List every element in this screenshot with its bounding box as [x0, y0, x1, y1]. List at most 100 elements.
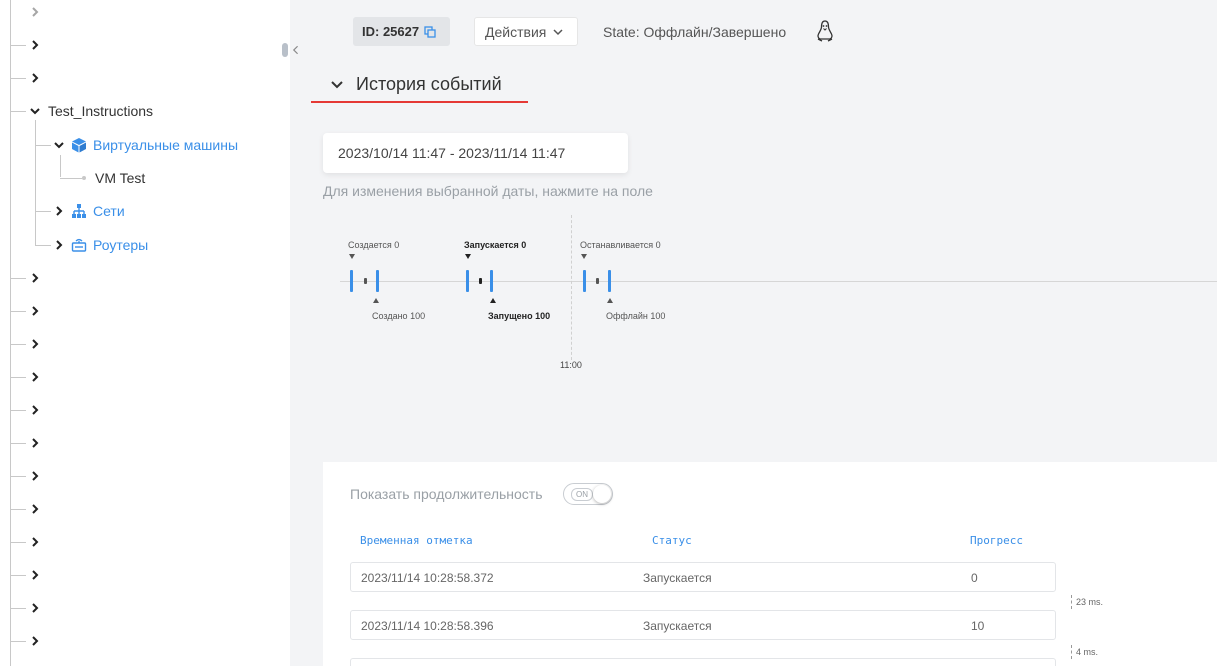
tree-row-collapsed[interactable]: [28, 400, 42, 420]
tree-item-vm-test[interactable]: VM Test: [95, 168, 145, 188]
id-badge[interactable]: ID: 25627: [353, 17, 450, 46]
sidebar-collapse-button[interactable]: [282, 41, 300, 59]
tree-item-test-instructions[interactable]: Test_Instructions: [28, 101, 153, 121]
cell-progress: 10: [971, 619, 985, 633]
linux-icon: [817, 20, 833, 42]
chevron-down-icon: [331, 80, 343, 88]
chevron-right-icon[interactable]: [28, 271, 42, 285]
chevron-right-icon[interactable]: [28, 436, 42, 450]
timeline-label-creating: Создается 0: [348, 240, 400, 250]
tree-line: [60, 155, 61, 177]
timeline-dot: [596, 278, 599, 284]
chevron-left-icon[interactable]: [291, 45, 300, 55]
column-header-timestamp[interactable]: Временная отметка: [360, 534, 473, 547]
tree-line: [10, 0, 11, 666]
tree-row-collapsed[interactable]: [28, 301, 42, 321]
chevron-right-icon[interactable]: [28, 5, 42, 19]
timeline-bar[interactable]: [350, 270, 353, 292]
triangle-down-icon: [465, 254, 471, 259]
chevron-right-icon[interactable]: [28, 601, 42, 615]
column-header-progress[interactable]: Прогресс: [970, 534, 1023, 547]
tree-row-collapsed[interactable]: [28, 499, 42, 519]
tree-row-collapsed[interactable]: [10, 2, 42, 22]
chevron-right-icon[interactable]: [52, 238, 66, 252]
tree-item-virtual-machines[interactable]: Виртуальные машины: [52, 135, 238, 155]
tree-row-collapsed[interactable]: [10, 68, 42, 88]
chevron-down-icon[interactable]: [28, 104, 42, 118]
chevron-right-icon[interactable]: [28, 304, 42, 318]
timeline-bar[interactable]: [490, 270, 493, 292]
duration-value: 23 ms.: [1076, 597, 1104, 607]
triangle-up-icon: [490, 298, 496, 303]
tree-row-collapsed[interactable]: [10, 35, 42, 55]
tree-item-routers[interactable]: Роутеры: [52, 235, 148, 255]
section-underline: [311, 101, 528, 103]
tree-item-networks[interactable]: Сети: [52, 201, 125, 221]
triangle-up-icon: [607, 298, 613, 303]
timeline-time-label: 11:00: [560, 360, 582, 370]
timeline-label-starting: Запускается 0: [464, 240, 527, 250]
timeline-bar[interactable]: [376, 270, 379, 292]
column-header-status[interactable]: Статус: [652, 534, 692, 547]
duration-value: 4 ms.: [1076, 647, 1099, 657]
timeline-dot: [479, 278, 482, 284]
chevron-right-icon[interactable]: [28, 568, 42, 582]
triangle-up-icon: [373, 298, 379, 303]
chevron-right-icon[interactable]: [28, 403, 42, 417]
scroll-handle[interactable]: [282, 43, 288, 57]
chevron-down-icon: [553, 28, 563, 35]
section-title: История событий: [356, 74, 502, 94]
cell-status: Запускается: [643, 571, 712, 585]
timeline-label-stopping: Останавливается 0: [580, 240, 661, 250]
show-duration-toggle[interactable]: ON: [563, 483, 613, 505]
tree-row-collapsed[interactable]: [28, 433, 42, 453]
tree-row-collapsed[interactable]: [28, 334, 42, 354]
timeline-bar[interactable]: [583, 270, 586, 292]
chevron-right-icon[interactable]: [28, 502, 42, 516]
duration-marker: 23 ms.: [1071, 595, 1103, 609]
tree-row-collapsed[interactable]: [28, 268, 42, 288]
copy-icon[interactable]: [424, 25, 436, 38]
table-row[interactable]: [350, 658, 1056, 666]
chevron-right-icon[interactable]: [28, 38, 42, 52]
timeline-axis: [340, 281, 1217, 282]
toggle-state-label: ON: [571, 488, 593, 501]
network-icon: [71, 203, 87, 219]
sidebar: Test_Instructions Виртуальные машины VM …: [0, 0, 290, 666]
section-toggle-event-history[interactable]: История событий: [330, 74, 502, 95]
chevron-right-icon[interactable]: [28, 71, 42, 85]
triangle-down-icon: [349, 254, 355, 259]
timeline-bar[interactable]: [466, 270, 469, 292]
state-label: State: Оффлайн/Завершено: [603, 24, 787, 40]
tree-row-collapsed[interactable]: [28, 532, 42, 552]
chevron-right-icon[interactable]: [28, 370, 42, 384]
tree-row-collapsed[interactable]: [28, 598, 42, 618]
tree-item-label: Роутеры: [93, 237, 149, 253]
tree-node-dot: [82, 176, 86, 180]
chevron-right-icon[interactable]: [28, 634, 42, 648]
timeline-bar[interactable]: [608, 270, 611, 292]
chevron-down-icon[interactable]: [52, 138, 66, 152]
chevron-right-icon[interactable]: [28, 337, 42, 351]
triangle-down-icon: [581, 254, 587, 259]
tree-row-collapsed[interactable]: [28, 631, 42, 651]
table-row[interactable]: 2023/11/14 10:28:58.372 Запускается 0: [350, 562, 1056, 592]
cube-icon: [71, 137, 87, 153]
event-timeline: Создается 0 Создано 100 Запускается 0 За…: [290, 215, 1217, 385]
tree-row-collapsed[interactable]: [28, 466, 42, 486]
tree-item-label: Test_Instructions: [48, 103, 154, 119]
actions-dropdown[interactable]: Действия: [474, 17, 578, 46]
tree-item-label: VM Test: [95, 170, 146, 186]
cell-timestamp: 2023/11/14 10:28:58.372: [361, 571, 494, 585]
chevron-right-icon[interactable]: [28, 535, 42, 549]
chevron-right-icon[interactable]: [28, 469, 42, 483]
tree-item-label: Виртуальные машины: [93, 137, 239, 153]
tree-row-collapsed[interactable]: [28, 367, 42, 387]
duration-marker: 4 ms.: [1071, 645, 1098, 659]
chevron-right-icon[interactable]: [52, 204, 66, 218]
table-row[interactable]: 2023/11/14 10:28:58.396 Запускается 10: [350, 610, 1056, 640]
tree-row-collapsed[interactable]: [28, 565, 42, 585]
date-range-field[interactable]: 2023/10/14 11:47 - 2023/11/14 11:47: [323, 133, 628, 173]
date-range-hint: Для изменения выбранной даты, нажмите на…: [323, 183, 653, 199]
timeline-label-started: Запущено 100: [488, 311, 551, 321]
